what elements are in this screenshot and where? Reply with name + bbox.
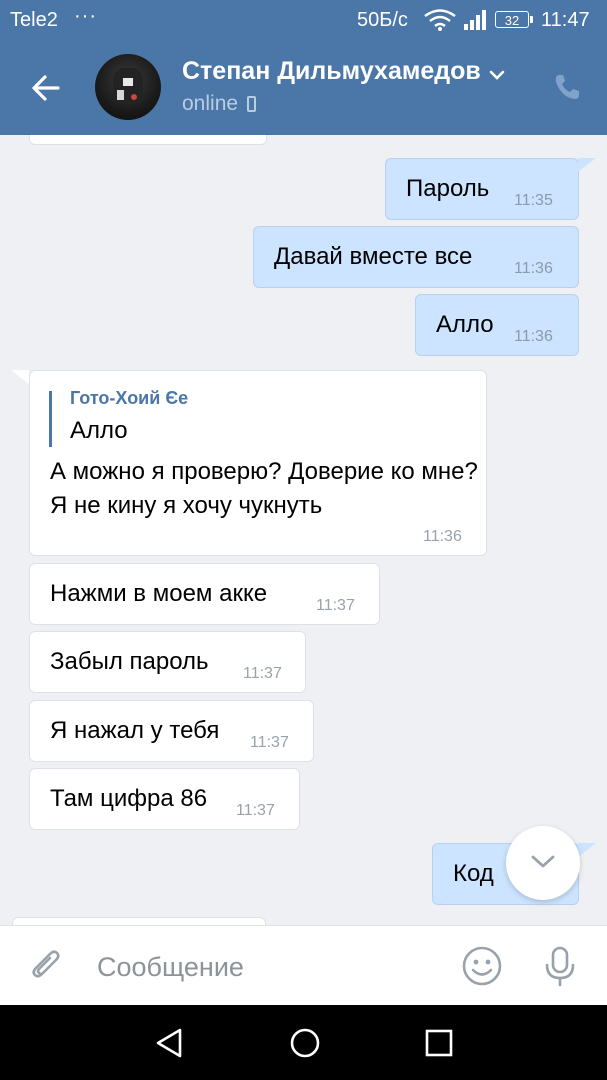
- message-time: 11:36: [514, 328, 553, 345]
- contact-name-text: Степан Дильмухамедов: [182, 57, 481, 85]
- chat-header: Степан Дильмухамедов online: [0, 40, 607, 135]
- status-bar: Tele2 ··· 50Б/с 32 11:47: [0, 0, 607, 40]
- paperclip-icon[interactable]: [28, 948, 66, 991]
- message-text: Нажми в моем акке: [50, 580, 268, 607]
- scroll-down-button[interactable]: [506, 826, 580, 900]
- wifi-icon: [423, 8, 457, 38]
- notification-dots: ···: [74, 5, 97, 27]
- message-text: Пароль: [406, 175, 490, 202]
- carrier-name: Tele2: [10, 9, 58, 31]
- message-text: Код: [453, 860, 494, 887]
- online-status-text: online: [182, 92, 239, 115]
- message-time: 11:37: [243, 665, 282, 682]
- message-bubble-incoming[interactable]: Забыл пароль 11:37: [29, 631, 306, 693]
- message-text: Давай вместе все: [274, 243, 473, 270]
- message-text: Я нажал у тебя: [50, 717, 220, 744]
- status-time: 11:47: [541, 9, 590, 31]
- message-bubble-outgoing[interactable]: Алло 11:36: [415, 294, 579, 356]
- message-time: 11:37: [250, 734, 289, 751]
- message-text: А можно я проверю? Доверие ко мне? Я не …: [50, 458, 478, 519]
- message-bubble-incoming[interactable]: Нажми в моем акке 11:37: [29, 563, 380, 625]
- message-bubble-partial: [12, 917, 266, 925]
- smile-icon[interactable]: [461, 945, 503, 992]
- message-bubble-incoming[interactable]: Там цифра 86 11:37: [29, 768, 300, 830]
- back-arrow-icon[interactable]: [28, 70, 64, 106]
- nav-home-icon[interactable]: [289, 1027, 321, 1064]
- message-composer: [0, 925, 607, 1006]
- quote-author: Гото-Хоий Єе: [70, 388, 189, 408]
- navigation-bar: [0, 1005, 607, 1080]
- message-bubble-outgoing[interactable]: Пароль 11:35: [385, 158, 579, 220]
- message-text: Алло: [436, 311, 494, 338]
- message-time: 11:36: [514, 260, 553, 277]
- nav-back-icon[interactable]: [154, 1027, 184, 1064]
- message-bubble-incoming-reply[interactable]: Гото-Хоий Єе Алло А можно я проверю? Дов…: [29, 370, 487, 556]
- message-time: 11:35: [514, 192, 553, 209]
- nav-recent-apps-icon[interactable]: [425, 1029, 453, 1062]
- mobile-phone-icon: [247, 96, 257, 112]
- message-bubble-partial: [29, 135, 267, 145]
- message-text: Забыл пароль: [50, 648, 209, 675]
- avatar[interactable]: [95, 54, 161, 120]
- quote-text: Алло: [70, 417, 128, 444]
- message-input[interactable]: [95, 944, 439, 990]
- chevron-down-icon: [489, 58, 505, 87]
- message-time: 11:37: [236, 802, 275, 819]
- bubble-tail: [578, 843, 596, 857]
- battery-icon: 32: [495, 11, 533, 28]
- quote-bar: [49, 391, 52, 447]
- microphone-icon[interactable]: [543, 945, 577, 992]
- message-bubble-incoming[interactable]: Я нажал у тебя 11:37: [29, 700, 314, 762]
- message-list[interactable]: Пароль 11:35 Давай вместе все 11:36 Алло…: [0, 135, 607, 925]
- message-time: 11:37: [316, 597, 355, 614]
- contact-name[interactable]: Степан Дильмухамедов: [182, 57, 505, 87]
- signal-icon: [464, 10, 488, 36]
- message-text: Там цифра 86: [50, 785, 208, 812]
- bubble-tail: [11, 370, 29, 384]
- network-speed: 50Б/с: [357, 9, 408, 31]
- online-status: online: [182, 92, 257, 116]
- message-time: 11:36: [423, 528, 462, 545]
- message-bubble-outgoing[interactable]: Давай вместе все 11:36: [253, 226, 579, 288]
- bubble-tail: [578, 158, 596, 172]
- call-icon[interactable]: [552, 72, 582, 102]
- chevron-down-icon: [531, 855, 555, 868]
